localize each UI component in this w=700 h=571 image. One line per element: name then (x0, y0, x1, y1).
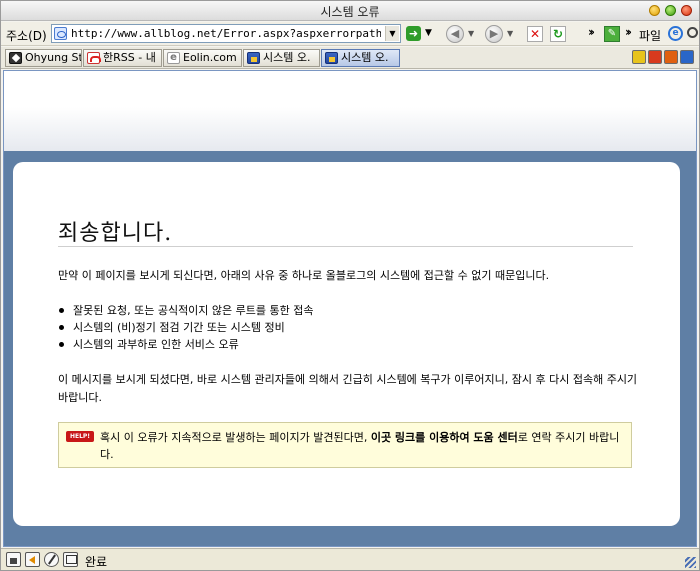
list-item: 시스템의 과부하로 인한 서비스 오류 (58, 336, 314, 353)
stop-button[interactable]: ✕ (527, 26, 543, 42)
help-text: 혹시 이 오류가 지속적으로 발생하는 페이지가 발견된다면, 이곳 링크를 이… (100, 429, 626, 463)
tab-list-icon[interactable] (680, 50, 694, 64)
tab-label: 시스템 오. (341, 51, 389, 64)
title-bar: 시스템 오류 (1, 1, 699, 21)
help-box: HELP! 혹시 이 오류가 지속적으로 발생하는 페이지가 발견된다면, 이곳… (58, 422, 632, 468)
edit-button[interactable]: ✎ (604, 26, 620, 42)
go-button[interactable]: ➜ (406, 26, 421, 41)
resize-grip-icon[interactable] (685, 557, 696, 568)
file-menu[interactable]: 파일 (639, 27, 661, 44)
address-dropdown-icon[interactable]: ▼ (385, 26, 399, 41)
reason-list: 잘못된 요청, 또는 공식적이지 않은 루트를 통한 접속 시스템의 (비)정기… (58, 302, 314, 353)
error-card: 죄송합니다. 만약 이 페이지를 보시게 되신다면, 아래의 사유 중 하나로 … (13, 162, 680, 526)
address-label: 주소(D) (6, 29, 47, 43)
close-tab-icon[interactable] (664, 50, 678, 64)
tab-label: Eolin.com (183, 51, 237, 64)
tab-system-error-2[interactable]: 시스템 오. (321, 49, 400, 67)
forward-button[interactable]: ▶ (485, 25, 503, 43)
intro-text: 만약 이 페이지를 보시게 되신다면, 아래의 사유 중 하나로 올블로그의 시… (58, 269, 550, 282)
page-icon (54, 27, 67, 40)
dark-diamond-icon (9, 52, 22, 64)
page-header-area (4, 71, 696, 151)
e-page-icon: e (167, 52, 180, 64)
maximize-button[interactable] (665, 5, 676, 16)
tab-bar: Ohyung Sto 한RSS - 내 e Eolin.com 시스템 오. 시… (1, 47, 699, 69)
window-title: 시스템 오류 (320, 5, 380, 19)
tab-ohyung[interactable]: Ohyung Sto (5, 49, 82, 67)
tab-label: 한RSS - 내 (103, 51, 156, 64)
tab-system-error-1[interactable]: 시스템 오. (243, 49, 320, 67)
toolbar-overflow-icon[interactable]: ›› (588, 25, 595, 39)
minimize-button[interactable] (649, 5, 660, 16)
address-toolbar: 주소(D) http://www.allblog.net/Error.aspx?… (1, 22, 699, 46)
toolbar-overflow-icon-2[interactable]: ›› (625, 25, 632, 39)
address-input[interactable]: http://www.allblog.net/Error.aspx?aspxer… (51, 24, 401, 43)
tab-eolin[interactable]: e Eolin.com (163, 49, 242, 67)
list-item: 시스템의 (비)정기 점검 기간 또는 시스템 정비 (58, 319, 314, 336)
window-icon[interactable] (63, 552, 78, 567)
notice-text: 이 메시지를 보시게 되셨다면, 바로 시스템 관리자들에 의해서 긴급히 시스… (58, 373, 638, 404)
status-text: 완료 (85, 555, 108, 569)
help-text-before: 혹시 이 오류가 지속적으로 발생하는 페이지가 발견된다면, (100, 431, 371, 444)
page-content: 죄송합니다. 만약 이 페이지를 보시게 되신다면, 아래의 사유 중 하나로 … (3, 70, 697, 547)
address-url[interactable]: http://www.allblog.net/Error.aspx?aspxer… (71, 27, 381, 40)
rss-icon (87, 52, 101, 64)
window-icon (247, 52, 260, 64)
window-icon (325, 52, 338, 64)
heading-divider (58, 246, 633, 247)
tab-label: 시스템 오. (263, 51, 311, 64)
go-dropdown-icon[interactable]: ▼ (425, 28, 432, 38)
speaker-icon[interactable] (25, 552, 40, 567)
help-badge: HELP! (66, 431, 94, 442)
tab-tool-icon[interactable] (648, 50, 662, 64)
tab-hanrss[interactable]: 한RSS - 내 (83, 49, 162, 67)
compass-icon[interactable] (44, 552, 59, 567)
browser-window: 시스템 오류 주소(D) http://www.allblog.net/Erro… (0, 0, 700, 571)
circle-icon (687, 27, 698, 38)
list-item: 잘못된 요청, 또는 공식적이지 않은 루트를 통한 접속 (58, 302, 314, 319)
reload-button[interactable]: ↻ (550, 26, 566, 42)
tab-label: Ohyung Sto (25, 51, 81, 64)
forward-dropdown-icon[interactable]: ▼ (507, 29, 513, 38)
close-button[interactable] (681, 5, 692, 16)
help-center-link[interactable]: 이곳 링크를 이용하여 도움 센터 (371, 431, 518, 444)
pencil-tool-icon[interactable] (632, 50, 646, 64)
home-icon[interactable] (6, 552, 21, 567)
page-title: 죄송합니다. (58, 221, 173, 246)
browser-logo-icon: e (668, 26, 683, 41)
back-dropdown-icon[interactable]: ▼ (468, 29, 474, 38)
back-button[interactable]: ◀ (446, 25, 464, 43)
status-bar: 완료 (1, 548, 699, 570)
